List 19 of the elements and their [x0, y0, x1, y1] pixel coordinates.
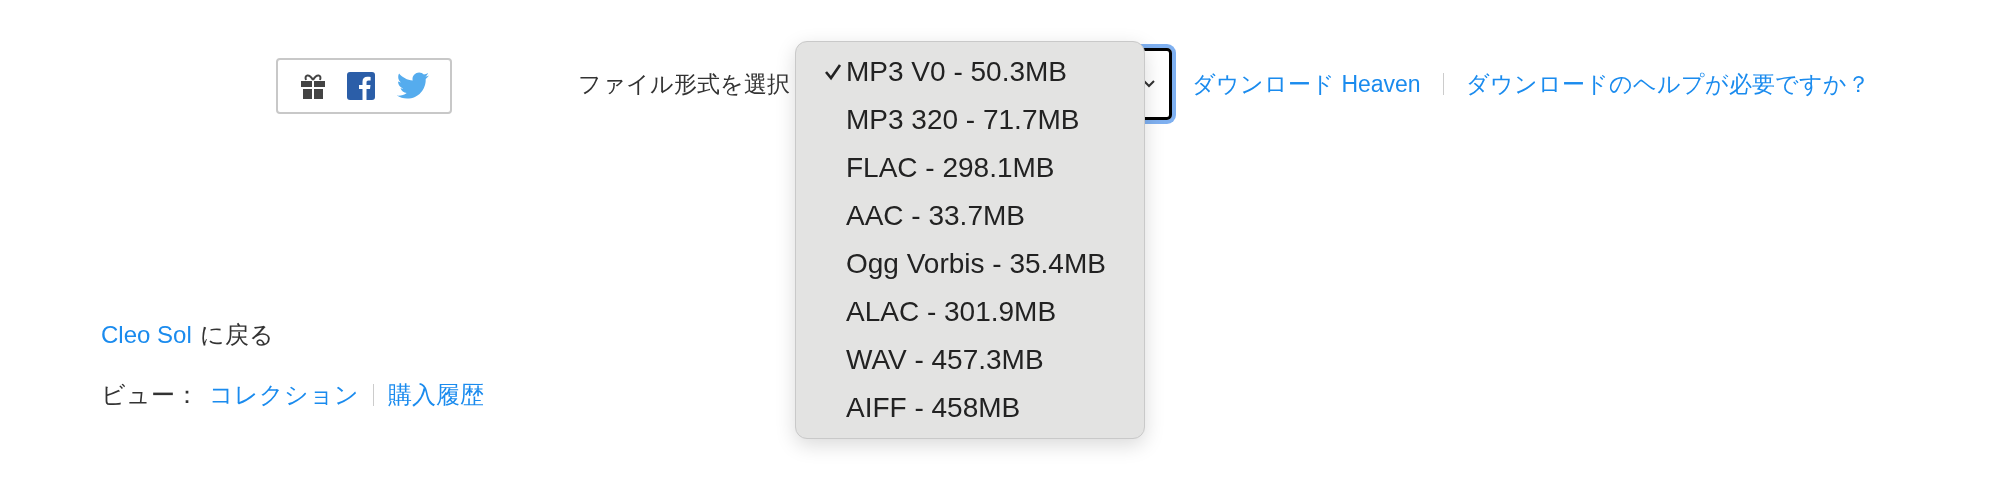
format-option[interactable]: ALAC - 301.9MB	[796, 288, 1144, 336]
format-option[interactable]: WAV - 457.3MB	[796, 336, 1144, 384]
view-link[interactable]: コレクション	[209, 379, 359, 411]
back-text: に戻る	[199, 320, 274, 350]
artist-link[interactable]: Cleo Sol	[101, 321, 192, 349]
format-option[interactable]: AAC - 33.7MB	[796, 192, 1144, 240]
view-link[interactable]: 購入履歴	[388, 379, 484, 411]
format-option[interactable]: Ogg Vorbis - 35.4MB	[796, 240, 1144, 288]
download-link[interactable]: ダウンロード Heaven	[1192, 68, 1421, 100]
format-option[interactable]: MP3 320 - 71.7MB	[796, 96, 1144, 144]
file-format-label: ファイル形式を選択	[578, 69, 790, 99]
facebook-icon[interactable]	[347, 72, 375, 100]
download-link[interactable]: ダウンロードのヘルプが必要ですか？	[1465, 68, 1870, 100]
view-label: ビュー：	[101, 380, 199, 410]
format-option[interactable]: MP3 V0 - 50.3MB	[796, 48, 1144, 96]
format-option[interactable]: FLAC - 298.1MB	[796, 144, 1144, 192]
format-option[interactable]: AIFF - 458MB	[796, 384, 1144, 432]
chevron-down-icon	[1143, 80, 1155, 88]
gift-icon[interactable]	[298, 72, 327, 100]
